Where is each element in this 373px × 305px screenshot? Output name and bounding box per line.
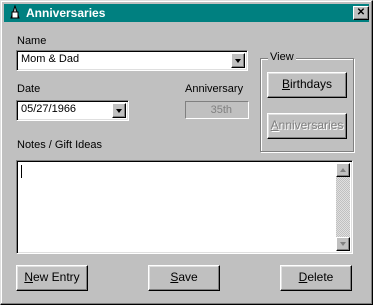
app-icon <box>10 5 20 19</box>
name-dropdown-button[interactable] <box>231 53 245 68</box>
arrow-up-icon <box>340 168 346 172</box>
notes-scrollbar[interactable] <box>336 163 350 251</box>
date-dropdown[interactable]: 05/27/1966 <box>16 100 129 121</box>
name-label: Name <box>17 35 47 47</box>
new-entry-button[interactable]: New Entry <box>16 265 88 291</box>
chevron-down-icon <box>235 59 241 63</box>
window-title: Anniversaries <box>26 6 106 20</box>
scroll-up-button[interactable] <box>336 163 350 177</box>
anniversary-value: 35th <box>210 104 232 116</box>
anniversary-field: 35th <box>185 101 249 119</box>
date-value: 05/27/1966 <box>21 103 77 115</box>
chevron-down-icon <box>116 109 122 113</box>
delete-button[interactable]: Delete <box>280 265 352 291</box>
anniversaries-window: Anniversaries ✕ <box>0 0 373 305</box>
view-caption: View <box>268 51 296 63</box>
date-label: Date <box>17 83 41 95</box>
name-dropdown[interactable]: Mom & Dad <box>16 50 248 71</box>
close-button[interactable]: ✕ <box>353 6 369 20</box>
scroll-down-button[interactable] <box>336 237 350 251</box>
notes-textarea[interactable] <box>16 160 353 254</box>
birthdays-button[interactable]: Birthdays <box>267 72 347 98</box>
anniversary-label: Anniversary <box>185 83 244 95</box>
save-button[interactable]: Save <box>148 265 220 291</box>
title-bar[interactable]: Anniversaries ✕ <box>4 4 369 22</box>
date-dropdown-button[interactable] <box>112 103 126 118</box>
name-value: Mom & Dad <box>21 53 80 65</box>
close-icon: ✕ <box>356 7 366 18</box>
arrow-down-icon <box>340 242 346 246</box>
text-caret <box>21 165 22 178</box>
anniversaries-button[interactable]: Anniversaries <box>267 113 347 139</box>
notes-label: Notes / Gift Ideas <box>17 139 102 151</box>
